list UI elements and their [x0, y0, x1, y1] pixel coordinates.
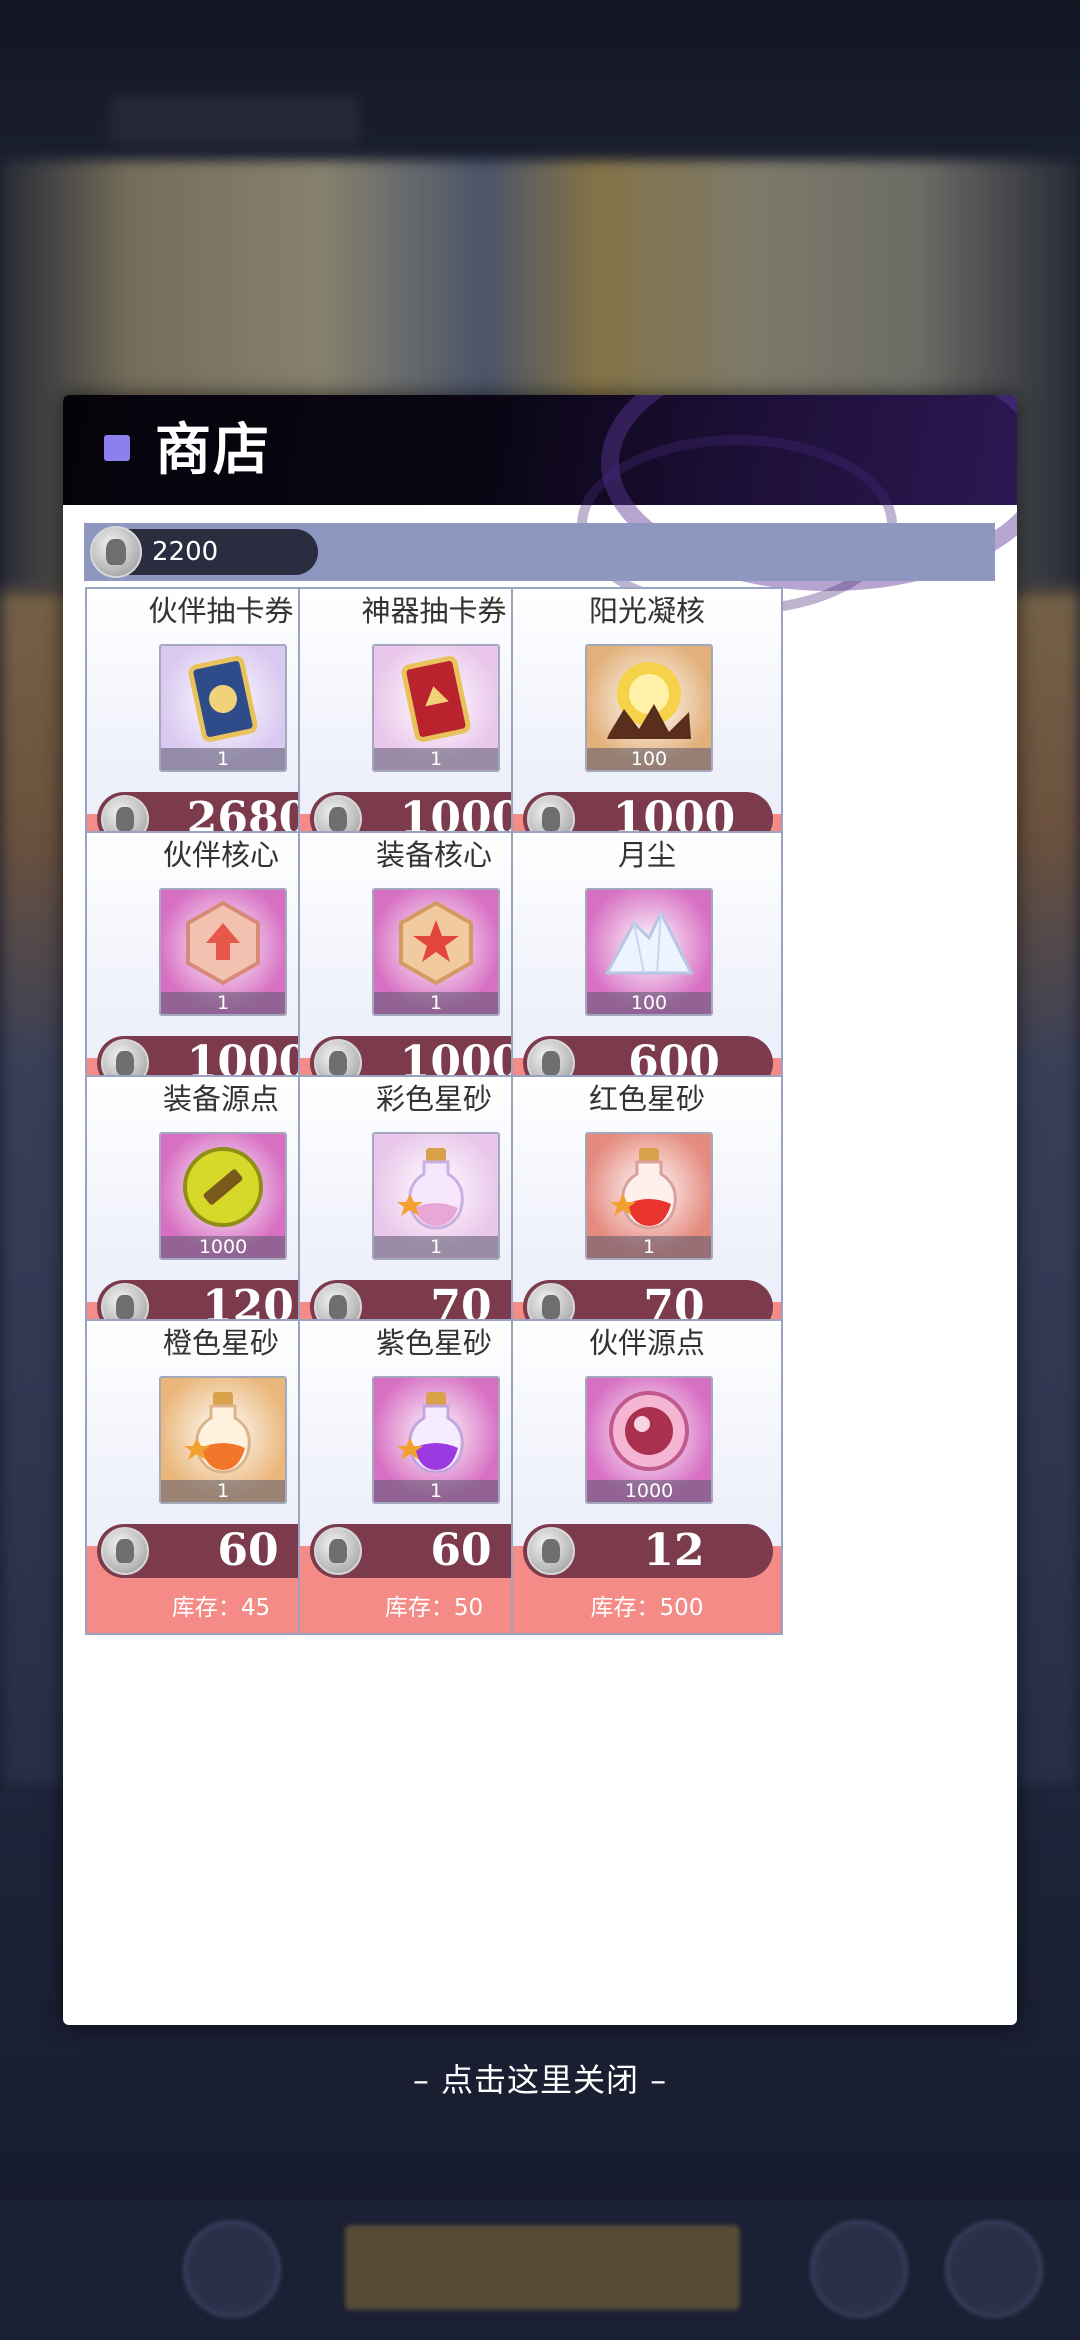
moon-dust-icon — [599, 903, 699, 987]
item-quantity: 1000 — [587, 1480, 711, 1502]
shop-header: 商店 — [63, 395, 1017, 615]
helmet-coin-icon — [527, 1527, 575, 1575]
item-quantity: 1 — [374, 992, 498, 1014]
currency-display: 2200 — [90, 526, 318, 578]
red-star-sand-icon — [609, 1142, 689, 1236]
helmet-coin-icon — [90, 526, 142, 578]
currency-amount: 2200 — [152, 537, 219, 567]
equipment-source-icon — [178, 1142, 268, 1236]
item-quantity: 1 — [161, 992, 285, 1014]
orange-star-sand-icon — [183, 1386, 263, 1480]
item-quantity: 1 — [374, 1236, 498, 1258]
item-image: 1000 — [585, 1376, 713, 1504]
item-name: 红色星砂 — [588, 1082, 705, 1116]
colorful-star-sand-icon — [396, 1142, 476, 1236]
item-quantity: 100 — [587, 748, 711, 770]
item-name: 阳光凝核 — [588, 594, 705, 628]
purple-star-sand-icon — [396, 1386, 476, 1480]
shop-title: 商店 — [155, 417, 271, 483]
item-name: 月尘 — [617, 838, 676, 872]
item-image: 1 — [372, 1132, 500, 1260]
item-image: 1 — [372, 644, 500, 772]
buy-button[interactable]: 12 — [523, 1524, 773, 1578]
item-quantity: 1 — [161, 1480, 285, 1502]
shop-item-card[interactable]: 伙伴源点 1000 12 库存：500 — [511, 1319, 783, 1635]
item-quantity: 1 — [161, 748, 285, 770]
item-image: 1 — [372, 888, 500, 1016]
item-quantity: 100 — [587, 992, 711, 1014]
item-name: 伙伴源点 — [588, 1326, 705, 1360]
item-quantity: 1 — [587, 1236, 711, 1258]
sunlight-core-icon — [599, 654, 699, 748]
partner-card-ticket-icon — [183, 654, 263, 748]
item-image: 1 — [159, 1376, 287, 1504]
partner-core-icon — [178, 898, 268, 992]
close-hint-button[interactable]: – 点击这里关闭 – — [0, 2058, 1080, 2102]
item-quantity: 1 — [374, 1480, 498, 1502]
equipment-core-icon — [391, 898, 481, 992]
item-image: 1 — [159, 888, 287, 1016]
item-image: 1 — [159, 644, 287, 772]
item-image: 1 — [372, 1376, 500, 1504]
item-image: 1 — [585, 1132, 713, 1260]
item-quantity: 1 — [374, 748, 498, 770]
artifact-card-ticket-icon — [396, 654, 476, 748]
item-stock: 库存：500 — [590, 1595, 704, 1621]
item-image: 100 — [585, 644, 713, 772]
helmet-coin-icon — [314, 1527, 362, 1575]
helmet-coin-icon — [101, 1527, 149, 1575]
item-image: 100 — [585, 888, 713, 1016]
shop-panel: 商店 2200 伙伴抽卡券12680库存：50神器抽卡券11000库存：50阳光… — [63, 395, 1017, 2025]
item-image: 1000 — [159, 1132, 287, 1260]
currency-bar: 2200 — [84, 523, 995, 581]
header-square-icon — [104, 435, 130, 461]
partner-source-icon — [604, 1386, 694, 1480]
item-price: 12 — [643, 1525, 705, 1576]
item-quantity: 1000 — [161, 1236, 285, 1258]
